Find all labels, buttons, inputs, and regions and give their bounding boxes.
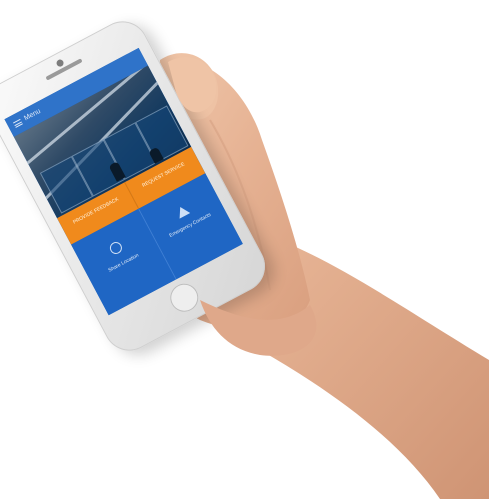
location-icon — [107, 239, 124, 257]
tile-label: Emergency Contacts — [168, 211, 213, 239]
tile-label: Share Location — [107, 252, 140, 274]
alert-icon — [175, 204, 191, 219]
photo-scene: Menu PROVIDE FEEDBACK REQUEST SERVICE Sh… — [0, 0, 489, 499]
menu-icon[interactable] — [13, 118, 23, 128]
